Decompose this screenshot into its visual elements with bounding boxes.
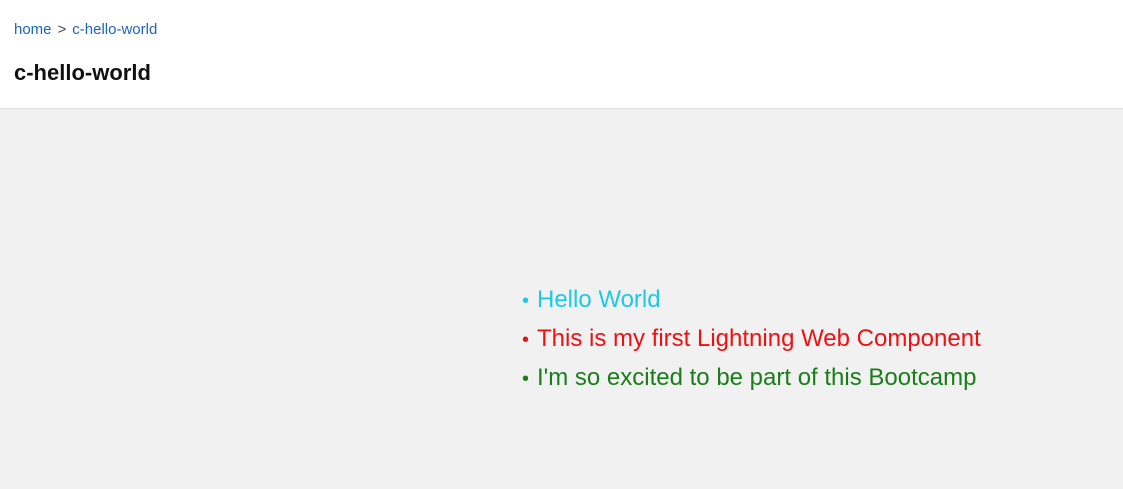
list-item: • Hello World xyxy=(522,281,981,320)
page-header: home > c-hello-world c-hello-world xyxy=(0,0,1123,109)
bullet-icon: • xyxy=(522,290,530,312)
message-list: • Hello World • This is my first Lightning… xyxy=(522,281,981,398)
list-item-text: Hello World xyxy=(537,286,661,313)
list-item-text: This is my first Lightning Web Component xyxy=(537,325,981,352)
page-title: c-hello-world xyxy=(14,60,151,85)
list-item: • I'm so excited to be part of this Bootc… xyxy=(522,359,981,398)
breadcrumb-separator: > xyxy=(57,21,67,38)
bullet-icon: • xyxy=(522,368,530,390)
breadcrumb-current-link[interactable]: c-hello-world xyxy=(72,21,157,38)
list-item-text: I'm so excited to be part of this Bootca… xyxy=(537,364,977,391)
list-item: • This is my first Lightning Web Componen… xyxy=(522,320,981,359)
main-content: • Hello World • This is my first Lightning… xyxy=(0,109,1123,489)
breadcrumb: home > c-hello-world xyxy=(14,20,157,40)
bullet-icon: • xyxy=(522,329,530,351)
breadcrumb-home-link[interactable]: home xyxy=(14,21,52,38)
